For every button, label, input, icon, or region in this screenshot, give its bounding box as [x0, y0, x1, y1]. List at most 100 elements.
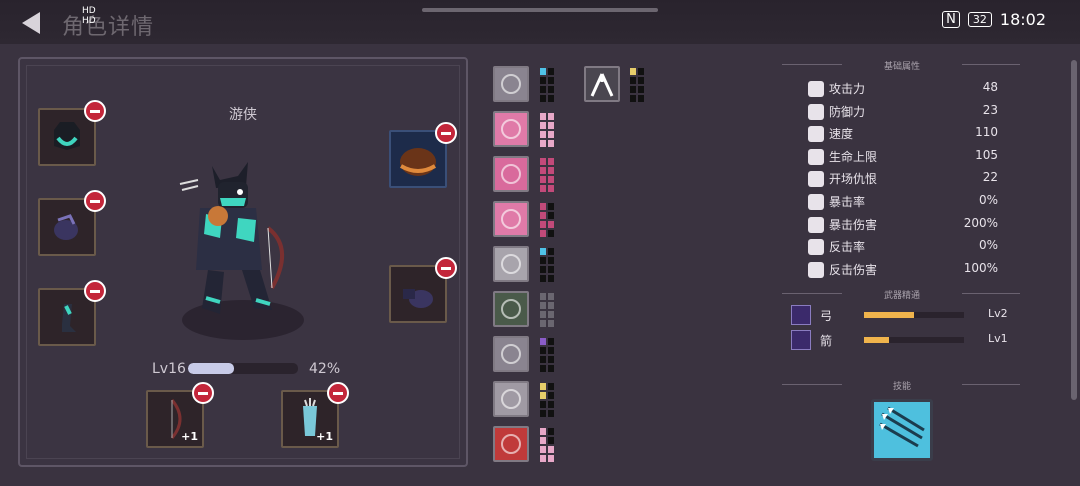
skull-icon [808, 171, 824, 188]
mastery-level: Lv2 [988, 307, 1008, 320]
coins-skill-slot[interactable] [493, 336, 529, 372]
quiver-upgrade-level: +1 [316, 430, 333, 443]
crossed-swords-icon [808, 216, 824, 233]
clock: 18:02 [999, 10, 1046, 29]
exp-percent: 42% [309, 361, 341, 377]
boot-icon [808, 126, 824, 143]
passive-skill-slot[interactable] [584, 66, 620, 102]
mastery-level: Lv1 [988, 332, 1008, 345]
shot-skill-slot[interactable] [493, 291, 529, 327]
hero-level: Lv16 [152, 361, 186, 377]
scrollbar[interactable] [1071, 60, 1077, 400]
sword-icon [808, 81, 824, 97]
heart-icon [808, 148, 824, 165]
remove-helmet-button[interactable] [84, 100, 106, 122]
base-attributes-title: 基础属性 [842, 59, 962, 72]
mastery-label: 弓 [820, 309, 833, 323]
offhand-slot[interactable] [389, 257, 457, 323]
boot-skill-icon [501, 119, 521, 139]
stat-value: 100% [963, 260, 998, 275]
wings-icon [590, 73, 614, 97]
bow-upgrade-level: +1 [181, 430, 198, 443]
spiral-icon [808, 261, 824, 278]
class-name: 游侠 [229, 107, 257, 123]
face-skill-slot[interactable] [493, 381, 529, 417]
bow-slot[interactable]: +1 [146, 382, 214, 448]
hero-character[interactable] [176, 158, 300, 328]
stat-value: 0% [978, 238, 998, 253]
scratch-skill-icon [501, 209, 521, 229]
slash-skill-slot[interactable] [493, 156, 529, 192]
hat-slot[interactable] [389, 122, 457, 188]
stat-value: 22 [982, 170, 998, 185]
sword-skill-icon [501, 254, 521, 274]
face-skill-icon [501, 389, 521, 409]
stat-label: 暴击率 [829, 195, 866, 209]
mastery-bar-fill [864, 337, 889, 343]
mastery-bar [864, 337, 964, 343]
notch-pill [422, 8, 658, 12]
boots-slot[interactable] [38, 280, 106, 346]
weapon-mastery-title: 武器精通 [842, 288, 962, 301]
boot-skill-pips [540, 113, 554, 147]
stat-label: 暴击伤害 [829, 217, 878, 232]
rune-skill-1-pips [540, 68, 554, 102]
slash-skill-pips [540, 158, 554, 192]
stat-label: 速度 [829, 127, 854, 142]
shot-skill-icon [501, 299, 521, 319]
status-signal: HD HD [82, 6, 96, 26]
stat-label: 攻击力 [829, 82, 866, 96]
page-title: 角色详情 [62, 15, 155, 40]
coins-skill-pips [540, 338, 554, 372]
arrow-volley-icon [879, 406, 925, 448]
skills-title: 技能 [842, 379, 962, 392]
boot-skill-slot[interactable] [493, 111, 529, 147]
crossed-blades-skill-pips [540, 428, 554, 462]
stat-value: 23 [982, 102, 998, 117]
stat-value: 48 [982, 80, 998, 94]
stat-label: 开场仇恨 [829, 172, 878, 187]
stat-value: 200% [963, 215, 998, 230]
mastery-bar-fill [864, 312, 914, 318]
stat-label: 反击伤害 [829, 262, 878, 277]
remove-boots-button[interactable] [84, 280, 106, 302]
helmet-slot[interactable] [38, 100, 106, 166]
exp-bar-fill [188, 363, 235, 374]
remove-hat-button[interactable] [435, 122, 457, 144]
rune-skill-1-icon [501, 74, 521, 94]
coins-skill-icon [501, 344, 521, 364]
back-arrow-icon[interactable] [20, 10, 42, 36]
counter-icon [808, 239, 824, 256]
sword-skill-slot[interactable] [493, 246, 529, 282]
nfc-icon: N [942, 11, 960, 28]
exp-bar [188, 363, 298, 374]
status-bar-right: N 32 18:02 [942, 10, 1046, 29]
scratch-skill-pips [540, 203, 554, 237]
stat-value: 110 [975, 125, 998, 140]
gloves-slot[interactable] [38, 190, 106, 256]
stat-value: 0% [978, 193, 998, 207]
active-skill-slot[interactable] [871, 399, 933, 461]
top-bar: 角色详情 HD HD N 32 18:02 [0, 0, 1080, 44]
battery-icon: 32 [967, 12, 992, 27]
face-skill-pips [540, 383, 554, 417]
remove-quiver-button[interactable] [327, 382, 349, 404]
slash-skill-icon [501, 164, 521, 184]
scratch-skill-slot[interactable] [493, 201, 529, 237]
stat-label: 防御力 [829, 104, 866, 119]
crossed-blades-skill-icon [501, 434, 521, 454]
remove-gloves-button[interactable] [84, 190, 106, 212]
remove-offhand-button[interactable] [435, 257, 457, 279]
shield-icon [808, 103, 824, 120]
mastery-label: 箭 [820, 334, 833, 348]
crossed-blades-skill-slot[interactable] [493, 426, 529, 462]
quiver-slot[interactable]: +1 [281, 382, 349, 448]
rune-skill-1-slot[interactable] [493, 66, 529, 102]
mastery-bar [864, 312, 964, 318]
burst-icon [808, 194, 824, 210]
remove-bow-button[interactable] [192, 382, 214, 404]
arrow-mastery-icon [791, 330, 811, 350]
shot-skill-pips [540, 293, 554, 327]
bow-mastery-icon [791, 305, 811, 325]
passive-skill-pips [630, 68, 644, 102]
